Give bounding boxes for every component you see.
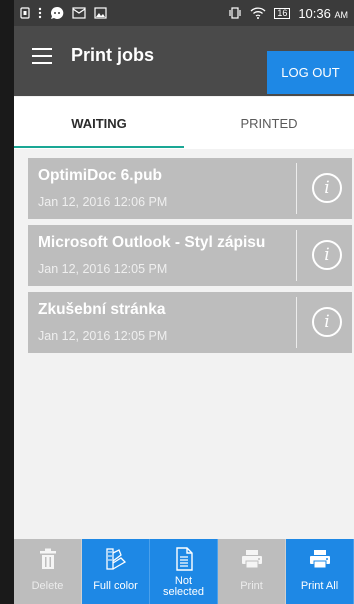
print-button[interactable]: Print xyxy=(218,539,286,604)
logout-button[interactable]: LOG OUT xyxy=(267,51,354,94)
list-item[interactable]: OptimiDoc 6.pub Jan 12, 2016 12:06 PM i xyxy=(28,158,352,219)
job-date: Jan 12, 2016 12:06 PM xyxy=(38,195,168,209)
printer-icon xyxy=(309,545,331,573)
page-title: Print jobs xyxy=(71,45,155,65)
info-icon[interactable]: i xyxy=(312,240,342,270)
info-icon[interactable]: i xyxy=(312,307,342,337)
job-name: Zkušební stránka xyxy=(38,301,166,318)
not-selected-label: Not selected xyxy=(163,576,204,598)
print-all-label: Print All xyxy=(300,580,339,592)
full-color-button[interactable]: Full color xyxy=(82,539,150,604)
vibrate-icon xyxy=(228,7,242,19)
status-time: 10:36 AM xyxy=(298,6,348,21)
info-icon[interactable]: i xyxy=(312,173,342,203)
print-label: Print xyxy=(240,580,263,592)
full-color-label: Full color xyxy=(93,580,138,592)
job-name: Microsoft Outlook - Styl zápisu xyxy=(38,234,266,251)
more-dots-icon xyxy=(38,7,42,19)
divider xyxy=(296,163,297,214)
delete-button[interactable]: Delete xyxy=(14,539,82,604)
tab-waiting[interactable]: WAITING xyxy=(14,97,184,149)
app-bar: Print jobs LOG OUT xyxy=(14,26,354,123)
trash-icon xyxy=(39,545,57,573)
status-time-ampm: AM xyxy=(334,9,349,20)
delete-label: Delete xyxy=(31,580,64,592)
job-date: Jan 12, 2016 12:05 PM xyxy=(38,262,168,276)
list-item[interactable]: Microsoft Outlook - Styl zápisu Jan 12, … xyxy=(28,225,352,286)
list-item[interactable]: Zkušební stránka Jan 12, 2016 12:05 PM i xyxy=(28,292,352,353)
divider xyxy=(296,297,297,348)
image-icon xyxy=(94,7,107,19)
tab-printed[interactable]: PRINTED xyxy=(184,97,354,149)
tab-indicator xyxy=(14,146,184,148)
print-job-list: OptimiDoc 6.pub Jan 12, 2016 12:06 PM i … xyxy=(28,158,352,359)
print-all-button[interactable]: Print All xyxy=(286,539,354,604)
chat-bubble-icon xyxy=(50,6,64,20)
phone-screen: 16 10:36 AM Print jobs LOG OUT WAITING P… xyxy=(14,0,354,604)
battery-icon: 16 xyxy=(274,7,291,19)
wifi-icon xyxy=(250,7,266,19)
status-bar: 16 10:36 AM xyxy=(14,0,354,26)
job-name: OptimiDoc 6.pub xyxy=(38,167,162,184)
mail-icon xyxy=(72,7,86,19)
bottom-toolbar: Delete Full color Not selected Print Prin… xyxy=(14,539,354,604)
sim-icon xyxy=(20,7,30,19)
document-icon xyxy=(175,545,193,573)
divider xyxy=(296,230,297,281)
not-selected-line2: selected xyxy=(163,586,204,598)
color-palette-icon xyxy=(105,545,127,573)
job-date: Jan 12, 2016 12:05 PM xyxy=(38,329,168,343)
tab-bar: WAITING PRINTED xyxy=(14,97,354,149)
status-time-value: 10:36 xyxy=(298,5,331,21)
menu-icon[interactable] xyxy=(32,48,52,64)
printer-icon xyxy=(241,545,263,573)
not-selected-button[interactable]: Not selected xyxy=(150,539,218,604)
